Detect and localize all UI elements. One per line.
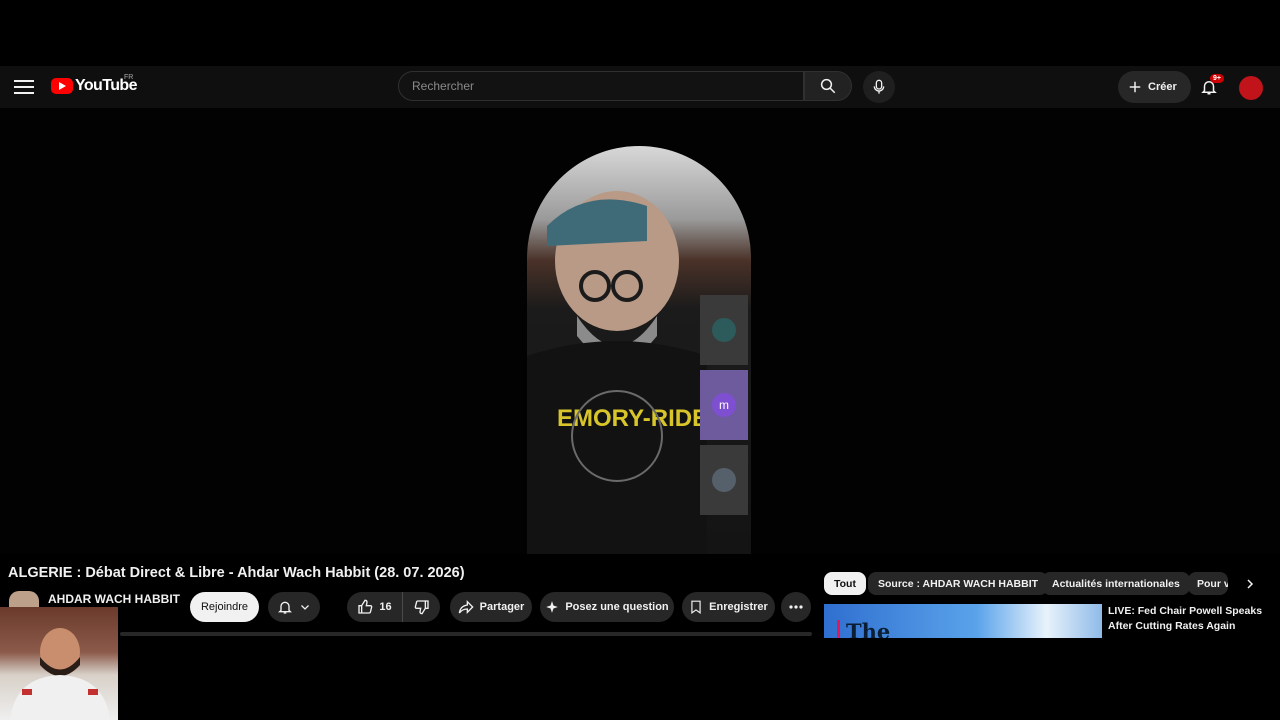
participant-avatar [712, 468, 736, 492]
letterbox-bottom [0, 638, 1280, 720]
voice-search-button[interactable] [863, 71, 895, 103]
thumbs-down-icon [414, 600, 429, 615]
participant-tile[interactable] [700, 295, 748, 365]
notifications-button[interactable]: 9+ [1193, 71, 1225, 103]
like-button[interactable]: 16 [347, 592, 403, 622]
sparkle-icon [546, 601, 559, 613]
plus-icon [1129, 81, 1141, 93]
ask-question-button[interactable]: Posez une question [540, 592, 674, 622]
chevron-right-icon [1247, 579, 1254, 589]
video-title: ALGERIE : Débat Direct & Libre - Ahdar W… [8, 565, 465, 581]
menu-icon[interactable] [12, 76, 36, 98]
search-icon [820, 78, 836, 94]
video-player[interactable]: EMORY-RIDER m [0, 108, 1280, 554]
like-dislike-group: 16 [347, 592, 440, 622]
region-label: FR [124, 74, 134, 81]
save-button[interactable]: Enregistrer [682, 592, 775, 622]
dislike-button[interactable] [403, 592, 440, 622]
thumbnail-text: The [846, 619, 891, 638]
ask-label: Posez une question [565, 601, 669, 613]
account-avatar[interactable] [1239, 76, 1263, 100]
join-button[interactable]: Rejoindre [190, 592, 259, 622]
streamer-webcam-overlay [0, 607, 118, 720]
participant-tile[interactable] [700, 445, 748, 515]
subscription-bell-button[interactable] [268, 592, 320, 622]
recommended-video-title[interactable]: LIVE: Fed Chair Powell Speaks After Cutt… [1108, 604, 1273, 634]
notification-badge: 9+ [1210, 74, 1224, 83]
search-box [398, 71, 804, 101]
save-label: Enregistrer [709, 601, 768, 613]
thumbs-up-icon [358, 599, 373, 614]
search-input[interactable] [412, 79, 803, 93]
microphone-icon [873, 79, 885, 94]
speaker-figure: EMORY-RIDER [527, 191, 707, 554]
participant-avatar [712, 318, 736, 342]
top-bar: YouTube FR Créer 9+ [0, 66, 1280, 108]
chip-international-news[interactable]: Actualités internationales [1042, 572, 1190, 595]
chip-all[interactable]: Tout [824, 572, 866, 595]
streamer-figure [10, 628, 110, 720]
chevron-down-icon [301, 605, 309, 610]
participants-panel: m [700, 295, 748, 515]
like-count: 16 [379, 601, 392, 613]
recommended-video-thumbnail[interactable]: The [824, 604, 1102, 638]
bookmark-icon [691, 600, 701, 614]
share-icon [458, 600, 474, 614]
more-horizontal-icon [789, 605, 803, 609]
thumbnail-accent [837, 620, 840, 638]
create-label: Créer [1148, 81, 1177, 93]
share-label: Partager [479, 601, 525, 613]
chip-source[interactable]: Source : AHDAR WACH HABBIT [868, 572, 1049, 595]
create-button[interactable]: Créer [1118, 71, 1191, 103]
chip-next-button[interactable] [1238, 572, 1262, 596]
participant-tile[interactable]: m [700, 370, 748, 440]
more-actions-button[interactable] [781, 592, 811, 622]
chip-for-you[interactable]: Pour v [1188, 572, 1228, 595]
bell-icon [278, 601, 292, 614]
channel-name[interactable]: AHDAR WACH HABBIT [48, 592, 180, 606]
share-button[interactable]: Partager [450, 592, 532, 622]
description-divider [120, 632, 812, 636]
youtube-play-icon [51, 78, 73, 94]
svg-text:EMORY-RIDER: EMORY-RIDER [557, 405, 707, 432]
participant-avatar: m [712, 393, 736, 417]
search-button[interactable] [804, 71, 852, 101]
